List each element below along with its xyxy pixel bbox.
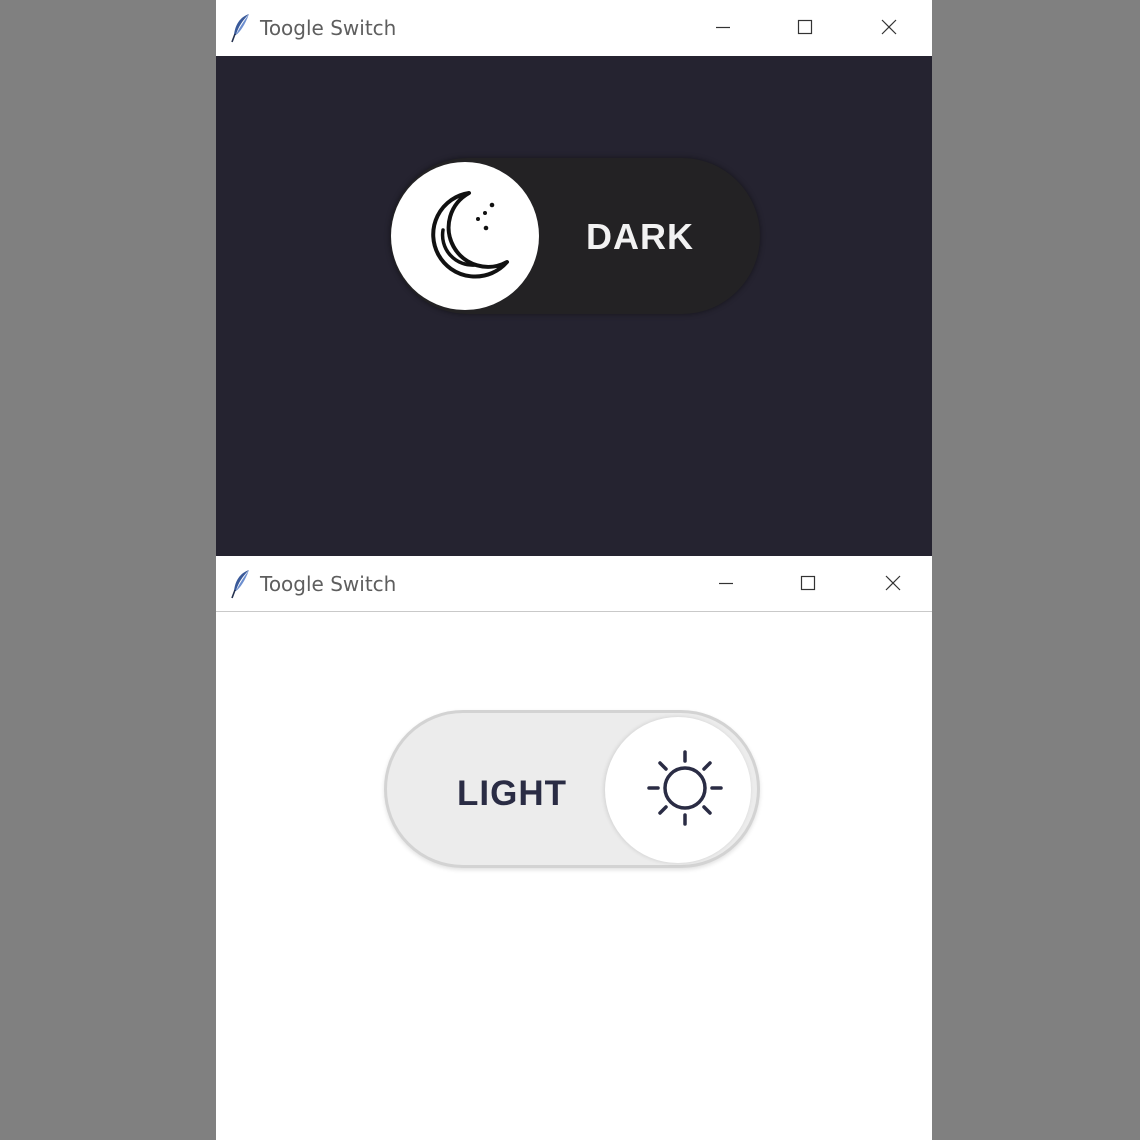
- theme-toggle-switch[interactable]: LIGHT: [384, 710, 760, 868]
- minimize-button[interactable]: [706, 564, 746, 604]
- toggle-label: LIGHT: [457, 774, 567, 813]
- window-title: Toogle Switch: [260, 572, 397, 596]
- window-content: LIGHT: [216, 612, 932, 1140]
- minimize-button[interactable]: [703, 8, 743, 48]
- close-button[interactable]: [873, 564, 913, 604]
- feather-icon: [230, 13, 252, 43]
- toggle-knob[interactable]: [605, 717, 751, 863]
- close-icon: [885, 575, 901, 591]
- maximize-button[interactable]: [788, 564, 828, 604]
- window-title: Toogle Switch: [260, 16, 397, 40]
- moon-icon: [431, 191, 509, 279]
- close-icon: [881, 19, 897, 35]
- minimize-icon: [719, 582, 733, 585]
- feather-icon: [230, 569, 252, 599]
- minimize-icon: [716, 26, 730, 29]
- dark-mode-window: Toogle Switch DARK: [216, 0, 932, 556]
- maximize-icon: [800, 575, 816, 591]
- sun-icon: [647, 750, 723, 826]
- maximize-button[interactable]: [785, 8, 825, 48]
- maximize-icon: [797, 19, 813, 35]
- window-titlebar[interactable]: Toogle Switch: [216, 0, 932, 56]
- theme-toggle-switch[interactable]: DARK: [390, 158, 760, 314]
- toggle-label: DARK: [586, 216, 694, 257]
- window-content: DARK: [216, 56, 932, 556]
- light-mode-window: Toogle Switch LIGHT: [216, 556, 932, 1140]
- toggle-knob[interactable]: [391, 162, 539, 310]
- window-titlebar[interactable]: Toogle Switch: [216, 556, 932, 612]
- close-button[interactable]: [869, 8, 909, 48]
